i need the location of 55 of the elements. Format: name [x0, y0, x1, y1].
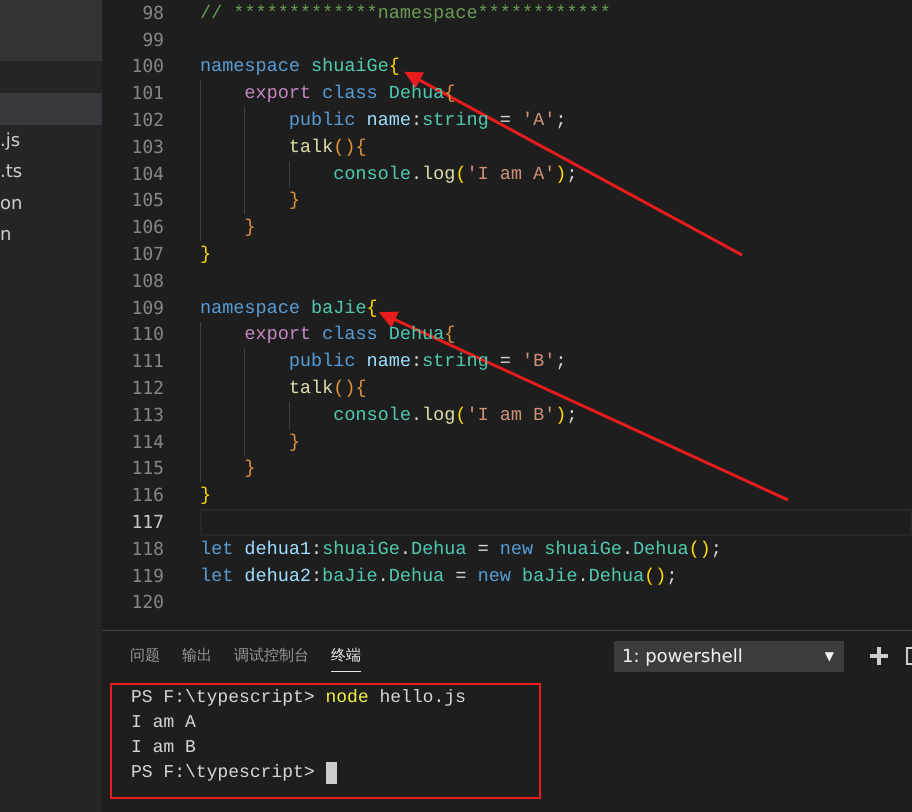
code-line: public name:string = 'A'; [288, 110, 566, 132]
line-number: 99 [141, 30, 164, 51]
code-line: talk(){ [288, 378, 367, 400]
line-number: 106 [130, 217, 164, 238]
panel-tab[interactable]: 调试控制台 [234, 640, 309, 672]
code-line: } [200, 244, 212, 266]
line-number: 115 [130, 458, 164, 480]
line-number: 109 [130, 298, 164, 319]
line-number: 105 [130, 190, 164, 212]
line-number: 101 [130, 83, 164, 104]
code-line: namespace shuaiGe{ [200, 56, 400, 78]
panel-tab[interactable]: 输出 [182, 640, 212, 672]
file-item[interactable]: .js [0, 124, 102, 156]
code-line: let dehua1:shuaiGe.Dehua = new shuaiGe.Dehua(); [200, 538, 722, 560]
code-line: console.log('I am A'); [332, 164, 578, 185]
panel-tab[interactable]: 终端 [331, 640, 361, 672]
line-number: 119 [130, 566, 164, 587]
code-line: console.log('I am B'); [332, 404, 578, 426]
file-item[interactable]: n [0, 219, 102, 250]
code-line: namespace baJie{ [200, 298, 378, 319]
code-line: } [200, 485, 212, 506]
code-line: } [288, 432, 300, 453]
terminal-line: I am A [131, 712, 196, 732]
line-number: 107 [130, 244, 164, 266]
file-item[interactable]: .ts [0, 156, 102, 188]
terminal-line: PS F:\typescript> node hello.js [131, 688, 466, 708]
line-number: 120 [130, 592, 164, 614]
file-item[interactable]: on [0, 188, 102, 219]
add-icon[interactable] [870, 647, 888, 665]
code-line: } [243, 217, 256, 238]
code-line: // *************namespace************ [200, 2, 611, 24]
line-number: 104 [130, 164, 164, 185]
line-number: 110 [130, 324, 164, 346]
line-number: 114 [130, 432, 164, 453]
line-number: 113 [130, 404, 164, 426]
line-number: 108 [130, 270, 164, 292]
line-number: 112 [130, 378, 164, 400]
terminal-dropdown[interactable]: 1: powershell ▼ [614, 640, 844, 672]
code-line: } [288, 190, 300, 212]
line-number: 98 [141, 2, 164, 24]
terminal-line: I am B [131, 738, 196, 758]
line-number: 116 [130, 485, 164, 506]
terminal-line: PS F:\typescript> [131, 762, 315, 782]
line-number: 103 [130, 136, 164, 158]
panel-tab[interactable]: 问题 [130, 640, 160, 672]
split-icon[interactable] [906, 647, 912, 665]
line-number: 111 [130, 351, 164, 372]
code-line: let dehua2:baJie.Dehua = new baJie.Dehua(); [200, 566, 678, 587]
line-number: 118 [130, 538, 164, 560]
line-number: 117 [130, 512, 164, 534]
code-line: talk(){ [288, 136, 367, 158]
code-line: public name:string = 'B'; [288, 351, 566, 372]
code-line: } [243, 458, 256, 480]
line-number: 102 [130, 110, 164, 132]
line-number: 100 [130, 56, 164, 78]
